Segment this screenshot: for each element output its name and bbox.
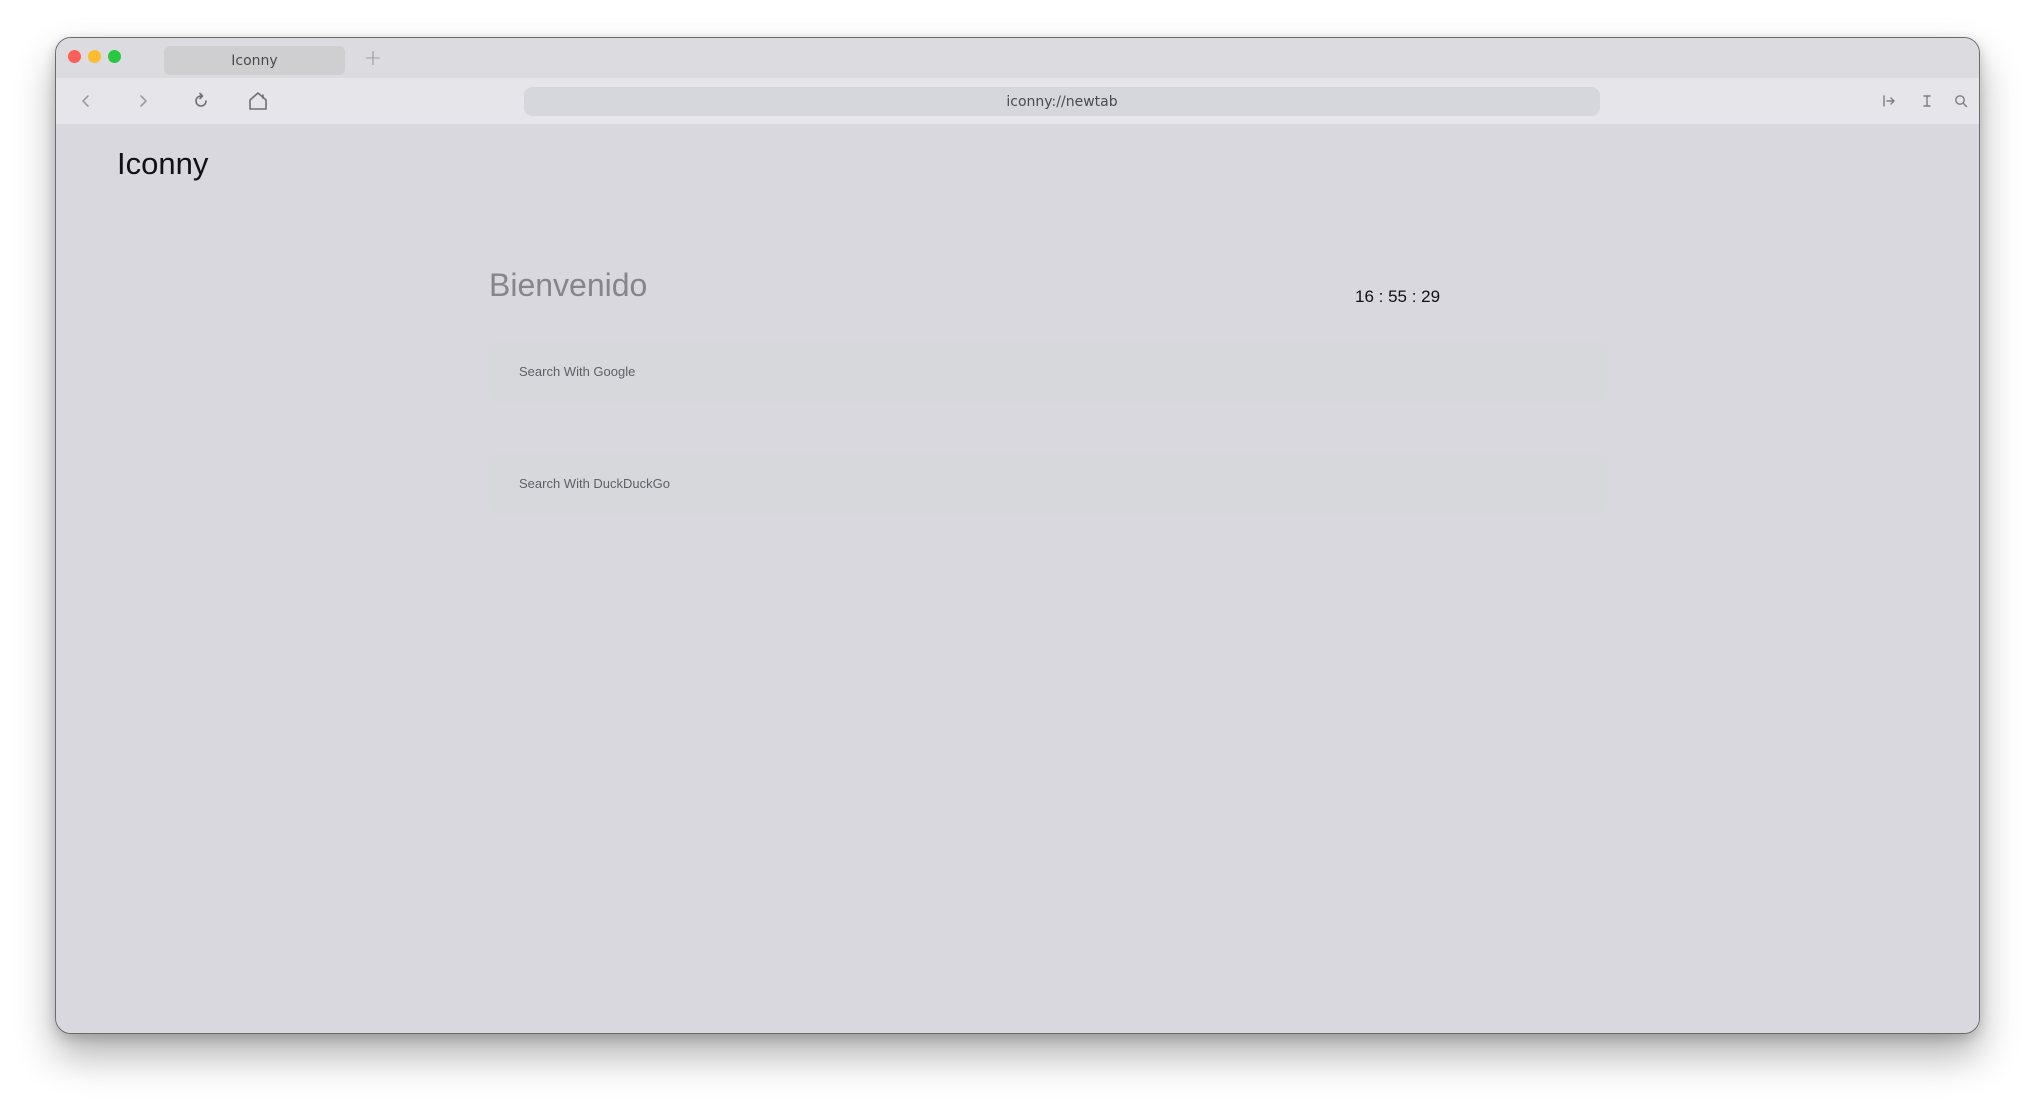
forward-button[interactable] [130, 88, 156, 114]
chevron-left-icon [82, 95, 89, 107]
home-button[interactable] [245, 88, 271, 114]
text-cursor-icon [1923, 95, 1931, 107]
duckduckgo-search-box[interactable] [489, 452, 1606, 515]
tab-iconny[interactable]: Iconny [164, 46, 345, 75]
google-search-box[interactable] [489, 340, 1606, 403]
welcome-heading: Bienvenido [489, 267, 648, 303]
share-button[interactable] [1876, 88, 1902, 114]
minimize-window-button[interactable] [88, 50, 101, 63]
back-button[interactable] [73, 88, 99, 114]
reader-button[interactable] [1914, 88, 1940, 114]
close-window-button[interactable] [68, 50, 81, 63]
address-text: iconny://newtab [1006, 93, 1118, 110]
newtab-page: Iconny Bienvenido 16 : 55 : 29 [56, 124, 1979, 1033]
address-bar[interactable]: iconny://newtab [524, 87, 1600, 116]
search-button[interactable] [1948, 88, 1974, 114]
share-icon [1883, 95, 1895, 107]
chevron-right-icon [140, 95, 147, 107]
tab-title: Iconny [231, 52, 278, 69]
home-icon [249, 92, 267, 110]
clock: 16 : 55 : 29 [1355, 287, 1441, 306]
google-search-input[interactable] [517, 340, 1606, 403]
duckduckgo-search-input[interactable] [517, 452, 1606, 515]
brand-logo: Iconny [117, 146, 209, 181]
new-tab-button[interactable]: + [361, 47, 385, 71]
reload-button[interactable] [188, 88, 214, 114]
maximize-window-button[interactable] [108, 50, 121, 63]
browser-window: Iconny + iconny://newtab Iconny Bienveni… [55, 37, 1980, 1034]
browser-toolbar: iconny://newtab [56, 78, 1979, 124]
search-icon [1955, 95, 1968, 108]
title-bar: Iconny + [56, 38, 1979, 78]
reload-icon [195, 92, 207, 107]
